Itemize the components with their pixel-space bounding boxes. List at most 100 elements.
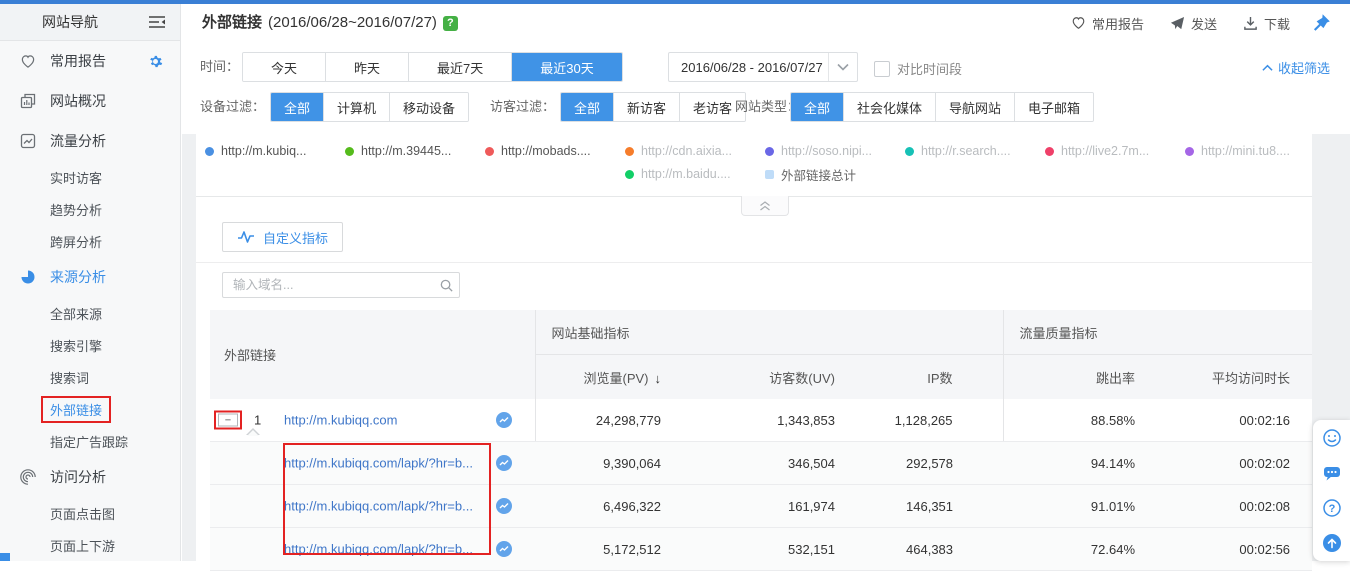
trend-chart-icon[interactable] (496, 455, 512, 471)
site-type-option-social[interactable]: 社会化媒体 (843, 93, 935, 121)
time-option-last30days[interactable]: 最近30天 (511, 53, 621, 81)
legend-item[interactable]: http://m.baidu.... (625, 164, 731, 184)
site-type-option-all[interactable]: 全部 (791, 93, 843, 121)
compare-period-checkbox[interactable]: 对比时间段 (874, 59, 962, 78)
legend-item[interactable]: http://mobads.... (485, 141, 591, 161)
trend-chart-icon[interactable] (496, 498, 512, 514)
chart-collapse-tab[interactable] (741, 196, 789, 216)
sidebar-item-trend-analysis[interactable]: 趋势分析 (0, 193, 180, 225)
external-link-url[interactable]: http://m.kubiqq.com/lapk/?hr=b... (284, 542, 473, 557)
sidebar-item-realtime-visitors[interactable]: 实时访客 (0, 161, 180, 193)
visitor-option-new[interactable]: 新访客 (613, 93, 679, 121)
sidebar-item-label: 趋势分析 (50, 200, 102, 219)
pulse-icon (237, 230, 255, 244)
legend-item-total[interactable]: 外部链接总计 (765, 164, 856, 184)
collapse-filters-button[interactable]: 收起筛选 (1262, 58, 1330, 77)
legend-item[interactable]: http://r.search.... (905, 141, 1011, 161)
trend-chart-icon[interactable] (496, 541, 512, 557)
external-link-url[interactable]: http://m.kubiqq.com/lapk/?hr=b... (284, 499, 473, 514)
cell-uv: 532,151 (685, 528, 855, 571)
custom-metrics-button[interactable]: 自定义指标 (222, 222, 343, 252)
legend-dot-icon (625, 147, 634, 156)
send-button[interactable]: 发送 (1170, 14, 1217, 33)
chart-legend: http://m.kubiq... http://m.39445... http… (196, 134, 1312, 197)
sidebar-item-label: 来源分析 (50, 267, 106, 287)
download-icon (1243, 16, 1258, 31)
sidebar-item-search-terms[interactable]: 搜索词 (0, 361, 180, 393)
sidebar-item-label: 访问分析 (50, 467, 106, 487)
legend-item[interactable]: http://soso.nipi... (765, 141, 872, 161)
time-option-today[interactable]: 今天 (243, 53, 325, 81)
legend-item[interactable]: http://m.kubiq... (205, 141, 306, 161)
help-question-icon[interactable]: ? (1322, 498, 1342, 518)
sidebar-collapse-icon[interactable] (148, 15, 166, 29)
sidebar-item-ad-tracking[interactable]: 指定广告跟踪 (0, 425, 180, 457)
external-link-url[interactable]: http://m.kubiqq.com/lapk/?hr=b... (284, 456, 473, 471)
external-links-table: 外部链接 网站基础指标 流量质量指标 浏览量(PV)↓ 访客数(UV) IP数 … (210, 310, 1312, 571)
download-button[interactable]: 下载 (1243, 14, 1290, 33)
legend-dot-icon (205, 147, 214, 156)
support-smiley-icon[interactable] (1322, 428, 1342, 448)
download-label: 下载 (1264, 14, 1290, 33)
legend-label: http://m.39445... (361, 144, 451, 158)
device-option-mobile[interactable]: 移动设备 (389, 93, 468, 121)
sidebar-item-page-flow[interactable]: 页面上下游 (0, 529, 180, 561)
device-option-computer[interactable]: 计算机 (323, 93, 389, 121)
sidebar-item-source-analysis[interactable]: 来源分析 (0, 257, 180, 297)
legend-item[interactable]: http://live2.7m... (1045, 141, 1149, 161)
sidebar-item-external-links[interactable]: 外部链接 (0, 393, 180, 425)
help-badge[interactable]: ? (443, 16, 458, 31)
cell-ip: 1,128,265 (855, 399, 1003, 442)
legend-label: 外部链接总计 (781, 165, 856, 184)
gear-icon[interactable] (147, 53, 164, 70)
visitor-filter-label: 访客过滤： (490, 92, 555, 122)
filter-panel: 时间： 今天 昨天 最近7天 最近30天 2016/06/28 - 2016/0… (182, 42, 1350, 138)
time-option-yesterday[interactable]: 昨天 (325, 53, 408, 81)
favorite-report-button[interactable]: 常用报告 (1071, 14, 1144, 33)
external-link-url[interactable]: http://m.kubiqq.com (284, 413, 397, 428)
report-title: 外部链接 (202, 4, 262, 42)
pin-icon[interactable] (1310, 12, 1332, 34)
back-to-top-icon[interactable] (1322, 533, 1342, 553)
sidebar: 网站导航 常用报告 网站概况 流量分析 实时访客 趋势分析 跨屏分析 来源分析 … (0, 4, 181, 561)
cell-ip: 146,351 (855, 485, 1003, 528)
time-option-last7days[interactable]: 最近7天 (408, 53, 511, 81)
legend-dot-icon (1185, 147, 1194, 156)
cell-ip: 464,383 (855, 528, 1003, 571)
legend-item[interactable]: http://mini.tu8.... (1185, 141, 1290, 161)
domain-search-input[interactable] (223, 278, 433, 292)
sidebar-item-site-overview[interactable]: 网站概况 (0, 81, 180, 121)
sidebar-item-label: 流量分析 (50, 131, 106, 151)
sort-desc-icon[interactable]: ↓ (655, 371, 662, 386)
search-icon[interactable] (433, 278, 459, 293)
trend-chart-icon[interactable] (496, 412, 512, 428)
sidebar-item-label: 实时访客 (50, 168, 102, 187)
chevron-down-icon (828, 53, 857, 81)
sidebar-item-cross-screen[interactable]: 跨屏分析 (0, 225, 180, 257)
sidebar-item-favorite-reports[interactable]: 常用报告 (0, 41, 180, 81)
legend-item[interactable]: http://m.39445... (345, 141, 451, 161)
legend-item[interactable]: http://cdn.aixia... (625, 141, 732, 161)
site-type-option-nav[interactable]: 导航网站 (935, 93, 1014, 121)
site-type-option-email[interactable]: 电子邮箱 (1014, 93, 1093, 121)
device-option-all[interactable]: 全部 (271, 93, 323, 121)
cell-avg-duration: 00:02:56 (1150, 528, 1312, 571)
feedback-chat-icon[interactable] (1322, 463, 1342, 483)
annotation-box-sidebar: 外部链接 (41, 396, 111, 423)
sidebar-item-search-engines[interactable]: 搜索引擎 (0, 329, 180, 361)
collapse-row-button[interactable]: − (218, 414, 238, 427)
report-date-range: (2016/06/28~2016/07/27) (268, 4, 437, 42)
sidebar-item-page-click-map[interactable]: 页面点击图 (0, 497, 180, 529)
date-range-picker[interactable]: 2016/06/28 - 2016/07/27 (668, 52, 858, 82)
legend-label: http://m.kubiq... (221, 144, 306, 158)
visitor-option-all[interactable]: 全部 (561, 93, 613, 121)
sidebar-item-label: 常用报告 (50, 51, 106, 71)
sidebar-item-label: 页面点击图 (50, 504, 115, 523)
sidebar-item-traffic-analysis[interactable]: 流量分析 (0, 121, 180, 161)
sidebar-item-all-sources[interactable]: 全部来源 (0, 297, 180, 329)
sidebar-item-visit-analysis[interactable]: 访问分析 (0, 457, 180, 497)
table-row-sub: http://m.kubiqq.com/lapk/?hr=b... 9,390,… (210, 442, 1312, 485)
collapse-filters-label: 收起筛选 (1278, 58, 1330, 77)
sidebar-item-label: 外部链接 (50, 403, 102, 418)
double-chevron-up-icon (758, 200, 772, 212)
